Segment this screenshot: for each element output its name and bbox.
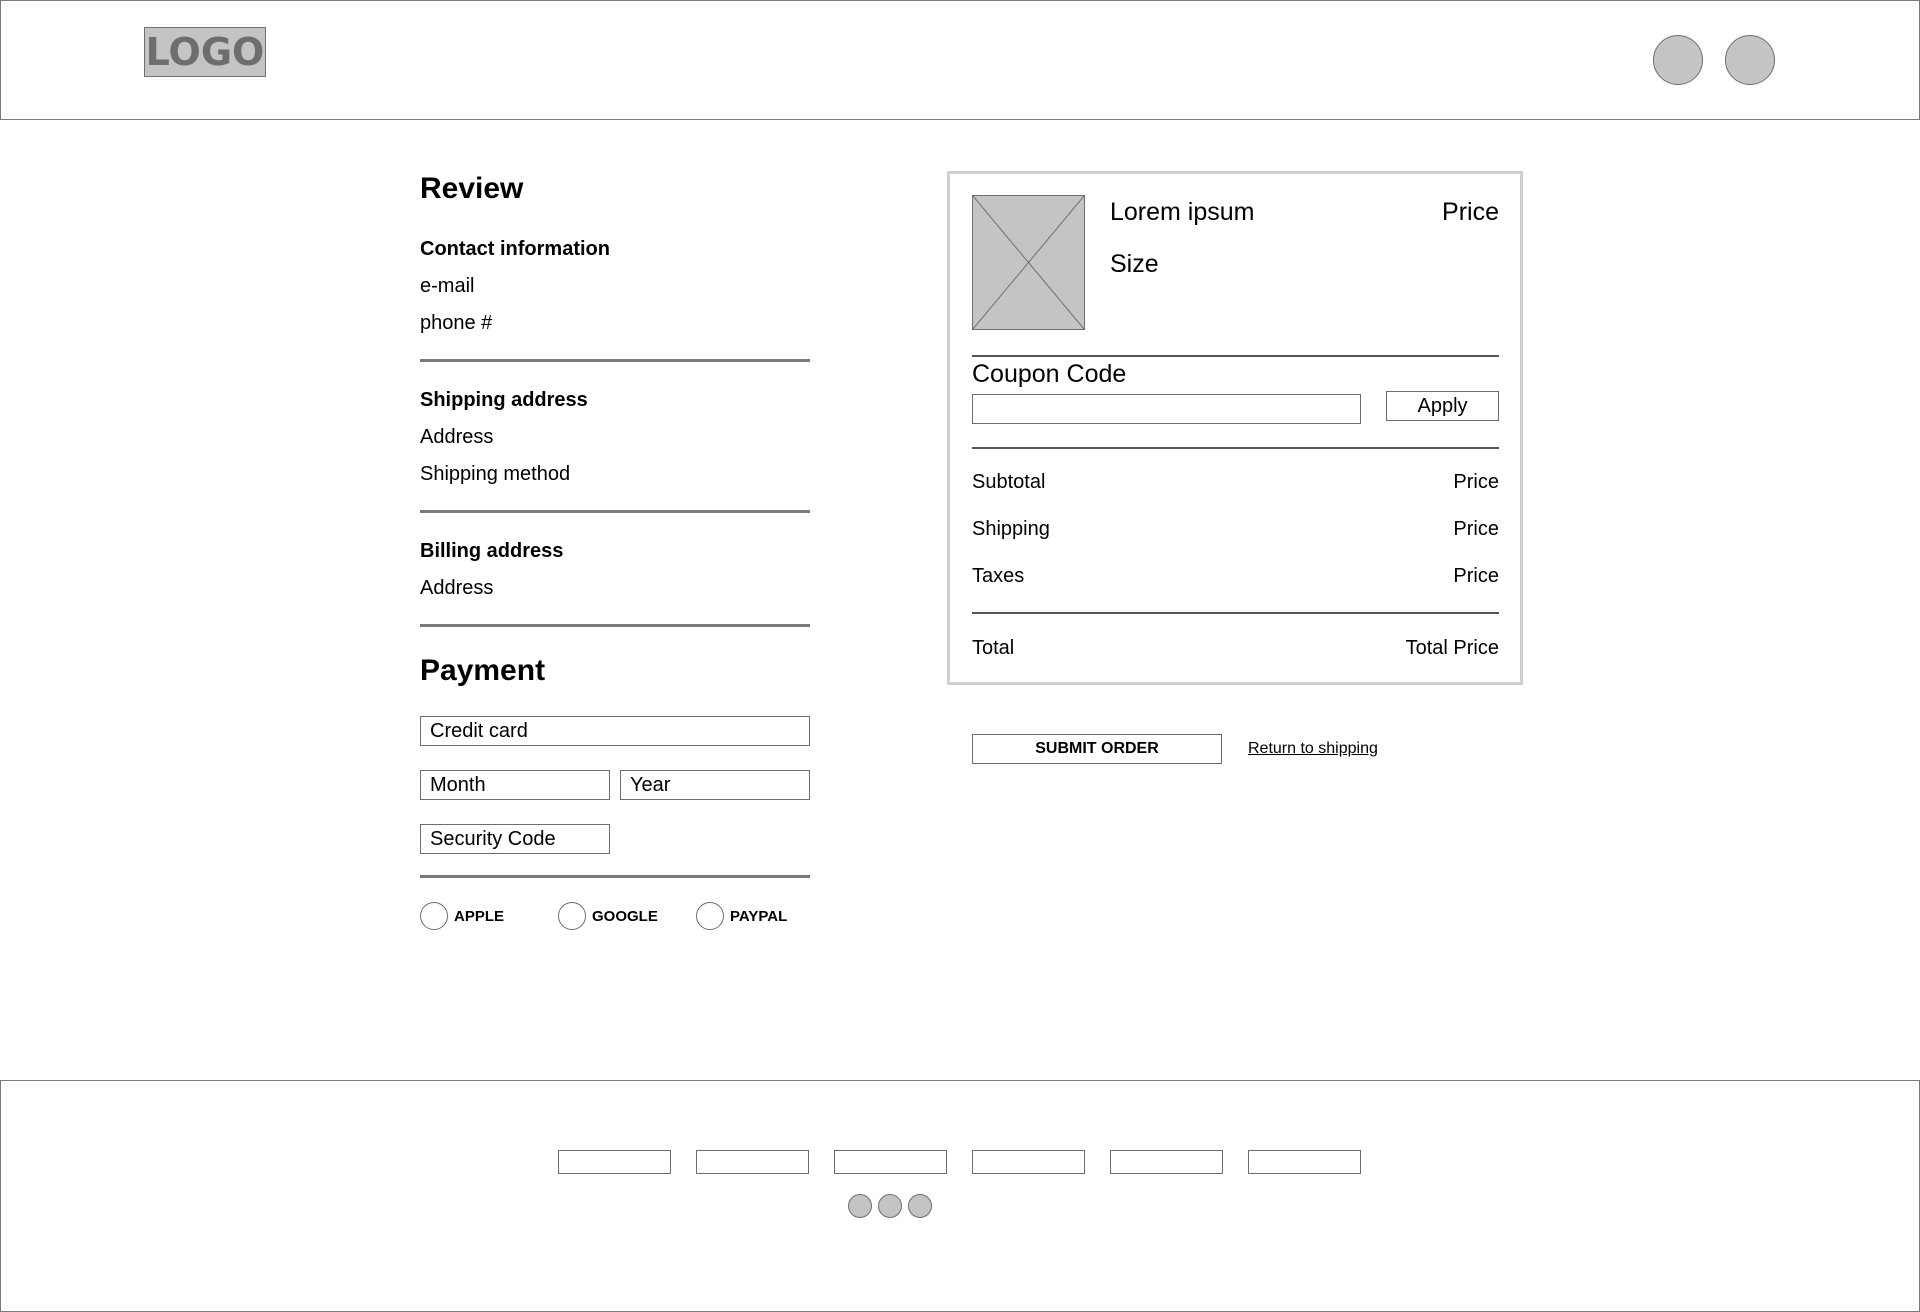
contact-email: e-mail (420, 275, 475, 297)
apple-pay-radio[interactable] (420, 902, 448, 930)
submit-order-button[interactable]: SUBMIT ORDER (972, 734, 1222, 764)
logo[interactable]: LOGO (144, 27, 266, 77)
credit-card-field[interactable]: Credit card (420, 716, 810, 746)
paypal-label: PAYPAL (730, 908, 788, 925)
apple-pay-label: APPLE (454, 908, 505, 925)
coupon-label: Coupon Code (972, 360, 1127, 388)
product-price: Price (1442, 198, 1499, 226)
subtotal-value: Price (1453, 471, 1499, 493)
divider (420, 510, 810, 513)
social-icon-2[interactable] (878, 1194, 902, 1218)
month-field[interactable]: Month (420, 770, 610, 800)
shipping-heading: Shipping address (420, 389, 588, 411)
paypal-radio[interactable] (696, 902, 724, 930)
product-size: Size (1110, 250, 1159, 278)
divider (420, 624, 810, 627)
site-header (0, 0, 1920, 120)
subtotal-label: Subtotal (972, 471, 1046, 493)
payment-title: Payment (420, 654, 546, 687)
google-pay-radio[interactable] (558, 902, 586, 930)
taxes-label: Taxes (972, 565, 1025, 587)
image-placeholder-icon (973, 196, 1084, 329)
social-icon-3[interactable] (908, 1194, 932, 1218)
footer-link-1[interactable] (558, 1150, 671, 1174)
review-title: Review (420, 172, 524, 205)
total-value: Total Price (1405, 637, 1499, 659)
taxes-value: Price (1453, 565, 1499, 587)
total-label: Total (972, 637, 1015, 659)
security-code-field[interactable]: Security Code (420, 824, 610, 854)
cart-icon[interactable] (1725, 35, 1775, 85)
product-image-placeholder (972, 195, 1085, 330)
google-pay-label: GOOGLE (592, 908, 658, 925)
divider (420, 359, 810, 362)
footer-link-4[interactable] (972, 1150, 1085, 1174)
user-icon[interactable] (1653, 35, 1703, 85)
contact-heading: Contact information (420, 238, 610, 260)
divider (420, 875, 810, 878)
billing-heading: Billing address (420, 540, 564, 562)
coupon-input[interactable] (972, 394, 1361, 424)
shipping-label: Shipping (972, 518, 1050, 540)
return-to-shipping-link[interactable]: Return to shipping (1248, 740, 1378, 758)
apply-button[interactable]: Apply (1386, 391, 1499, 421)
contact-phone: phone # (420, 312, 493, 334)
site-footer (0, 1080, 1920, 1312)
shipping-method: Shipping method (420, 463, 571, 485)
footer-link-2[interactable] (696, 1150, 809, 1174)
billing-address: Address (420, 577, 494, 599)
footer-link-5[interactable] (1110, 1150, 1223, 1174)
shipping-address: Address (420, 426, 494, 448)
footer-link-3[interactable] (834, 1150, 947, 1174)
divider (972, 355, 1499, 357)
divider (972, 612, 1499, 614)
shipping-value: Price (1453, 518, 1499, 540)
social-icon-1[interactable] (848, 1194, 872, 1218)
footer-link-6[interactable] (1248, 1150, 1361, 1174)
divider (972, 447, 1499, 449)
product-name: Lorem ipsum (1110, 198, 1255, 226)
year-field[interactable]: Year (620, 770, 810, 800)
